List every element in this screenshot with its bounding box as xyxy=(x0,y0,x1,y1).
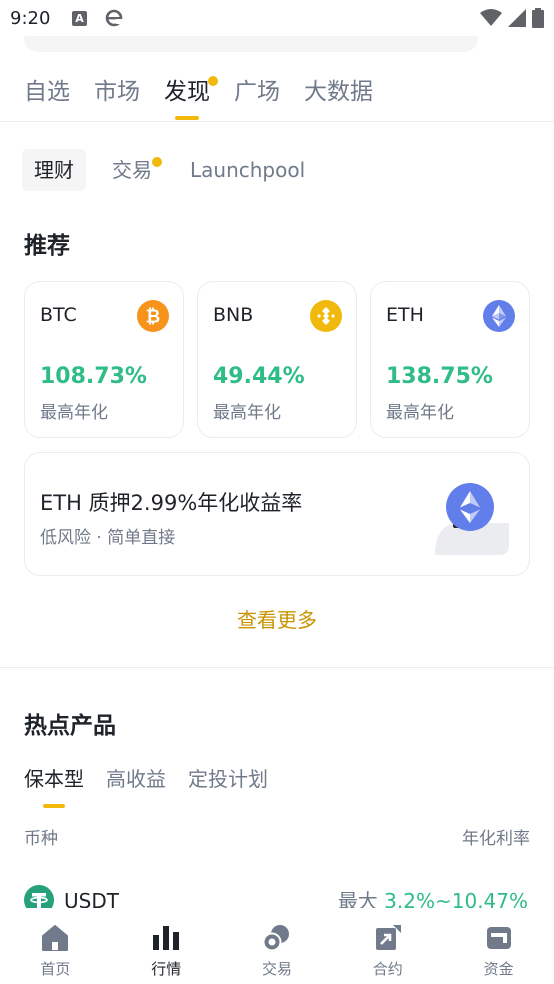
nav-futures[interactable]: 合约 xyxy=(332,908,443,984)
coin-name: BNB xyxy=(213,304,254,326)
subtab-earn[interactable]: 理财 xyxy=(22,149,86,191)
max-apy-label: 最高年化 xyxy=(386,403,454,423)
notification-dot xyxy=(152,157,162,167)
nav-home[interactable]: 首页 xyxy=(0,908,111,984)
subtab-trade[interactable]: 交易 xyxy=(100,149,164,191)
battery-icon xyxy=(532,8,544,28)
bar-chart-icon xyxy=(153,926,180,950)
max-apy-label: 最高年化 xyxy=(213,403,281,423)
recommend-card-btc[interactable]: BTC ₿ 108.73% 最高年化 xyxy=(24,281,184,438)
max-apy-value: 108.73% xyxy=(40,364,147,389)
tab-big-data[interactable]: 大数据 xyxy=(304,72,373,112)
recommend-card-bnb[interactable]: BNB 49.44% 最高年化 xyxy=(197,281,357,438)
apy-prefix: 最大 xyxy=(337,889,378,908)
app-notification-icon: A xyxy=(72,11,87,26)
hot-products-title: 热点产品 xyxy=(24,713,116,739)
subtab-launchpool[interactable]: Launchpool xyxy=(178,149,317,191)
active-tab-indicator xyxy=(175,116,199,120)
sub-tabs: 理财 交易 Launchpool xyxy=(22,148,331,192)
tab-discover[interactable]: 发现 xyxy=(164,72,218,120)
notification-dot xyxy=(208,76,218,86)
bnb-icon xyxy=(310,300,342,332)
max-apy-value: 138.75% xyxy=(386,364,493,389)
futures-icon xyxy=(375,925,401,950)
nav-markets[interactable]: 行情 xyxy=(111,908,222,984)
browser-icon xyxy=(105,9,123,27)
divider xyxy=(0,667,554,668)
tab-auto-invest[interactable]: 定投计划 xyxy=(188,764,268,794)
ethereum-icon xyxy=(483,300,515,332)
tab-principal-protected[interactable]: 保本型 xyxy=(24,764,84,808)
banner-title: ETH 质押2.99%年化收益率 xyxy=(40,491,303,515)
coin-name: ETH xyxy=(386,304,424,326)
svg-text:₿: ₿ xyxy=(146,307,161,328)
apy-value: 3.2%~10.47% xyxy=(384,889,528,908)
search-bar-fragment[interactable] xyxy=(24,36,478,52)
status-time: 9:20 xyxy=(10,8,51,29)
column-header-coin: 币种 xyxy=(24,829,58,849)
nav-assets[interactable]: 资金 xyxy=(443,908,554,984)
trade-icon xyxy=(262,925,289,952)
tether-icon xyxy=(24,885,54,908)
home-icon xyxy=(42,925,69,951)
tab-high-yield[interactable]: 高收益 xyxy=(106,764,166,794)
bitcoin-icon: ₿ xyxy=(137,300,169,332)
bottom-navigation: 首页 行情 交易 合约 资金 xyxy=(0,908,554,984)
column-header-apy: 年化利率 xyxy=(462,829,530,849)
apy-range: 最大 3.2%~10.47% xyxy=(338,885,528,908)
wallet-icon xyxy=(486,927,511,949)
coin-name: USDT xyxy=(64,889,119,908)
coin-name: BTC xyxy=(40,304,77,326)
tab-square[interactable]: 广场 xyxy=(234,72,280,112)
eth-staking-banner[interactable]: ETH 质押2.99%年化收益率 低风险 · 简单直接 xyxy=(24,452,530,576)
product-tabs: 保本型 高收益 定投计划 xyxy=(24,764,290,808)
wifi-icon xyxy=(480,9,502,26)
signal-icon xyxy=(508,9,526,27)
banner-subtitle: 低风险 · 简单直接 xyxy=(40,528,176,548)
max-apy-label: 最高年化 xyxy=(40,403,108,423)
nav-trade[interactable]: 交易 xyxy=(222,908,333,984)
main-tabs: 自选 市场 发现 广场 大数据 xyxy=(24,72,397,122)
status-bar: 9:20 A xyxy=(0,0,554,36)
view-more-link[interactable]: 查看更多 xyxy=(0,604,554,633)
recommend-card-eth[interactable]: ETH 138.75% 最高年化 xyxy=(370,281,530,438)
divider xyxy=(0,121,554,122)
tab-watchlist[interactable]: 自选 xyxy=(24,72,70,112)
eth-staking-illustration xyxy=(435,483,509,555)
tab-markets[interactable]: 市场 xyxy=(94,72,140,112)
status-indicators xyxy=(480,8,544,28)
max-apy-value: 49.44% xyxy=(213,364,305,389)
product-row-usdt[interactable]: USDT 最大 3.2%~10.47% xyxy=(0,880,554,908)
recommend-title: 推荐 xyxy=(24,233,70,259)
active-tab-indicator xyxy=(43,804,65,808)
